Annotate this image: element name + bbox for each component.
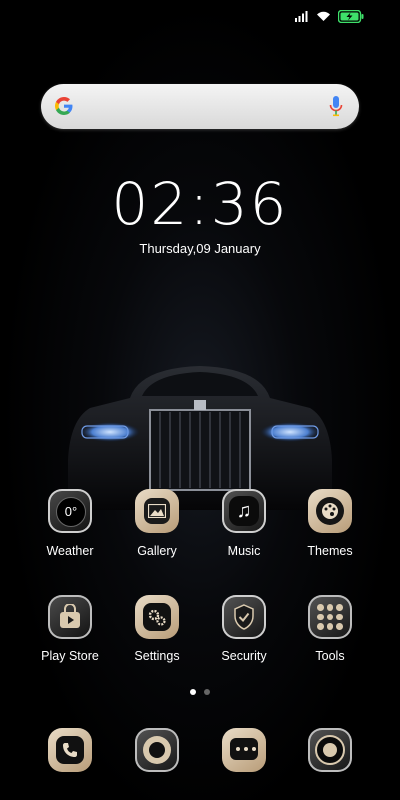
tools-grid-icon[interactable]: [308, 595, 352, 639]
music-icon[interactable]: ♫: [222, 489, 266, 533]
app-label-settings[interactable]: Settings: [107, 649, 207, 663]
camera-lens-icon[interactable]: [135, 728, 179, 772]
status-bar: [295, 8, 364, 24]
picture-glyph-icon: [148, 504, 166, 518]
signal-icon: [295, 11, 308, 22]
weather-temp-text: 0°: [56, 497, 86, 527]
shield-check-glyph-icon: [234, 604, 254, 630]
clock-time[interactable]: 02:36: [0, 170, 400, 238]
settings-icon[interactable]: [135, 595, 179, 639]
battery-charging-icon: [338, 9, 364, 23]
gallery-icon[interactable]: [135, 489, 179, 533]
car-wallpaper-image: [68, 366, 332, 510]
google-g-icon: [55, 97, 73, 115]
bag-play-glyph-icon: [60, 604, 80, 628]
play-store-icon[interactable]: [48, 595, 92, 639]
handset-glyph-icon: [63, 743, 77, 757]
app-label-play-store[interactable]: Play Store: [20, 649, 120, 663]
app-label-themes[interactable]: Themes: [280, 544, 380, 558]
browser-icon[interactable]: [308, 728, 352, 772]
page-indicator: [190, 689, 210, 695]
shield-icon[interactable]: [222, 595, 266, 639]
page-dot-2[interactable]: [204, 689, 210, 695]
music-note-glyph: ♫: [229, 496, 259, 526]
phone-icon[interactable]: [48, 728, 92, 772]
google-search-bar[interactable]: [41, 84, 359, 129]
wifi-icon: [317, 11, 330, 21]
app-label-tools[interactable]: Tools: [280, 649, 380, 663]
palette-glyph-icon: [322, 503, 338, 519]
page-dot-1[interactable]: [190, 689, 196, 695]
app-label-gallery[interactable]: Gallery: [107, 544, 207, 558]
app-label-music[interactable]: Music: [194, 544, 294, 558]
mic-icon[interactable]: [329, 95, 343, 117]
palette-icon[interactable]: [308, 489, 352, 533]
gear-icon: [148, 609, 166, 626]
messages-icon[interactable]: [222, 728, 266, 772]
clock-date: Thursday,09 January: [139, 241, 261, 256]
weather-icon[interactable]: 0°: [48, 489, 92, 533]
app-label-weather[interactable]: Weather: [20, 544, 120, 558]
app-label-security[interactable]: Security: [194, 649, 294, 663]
